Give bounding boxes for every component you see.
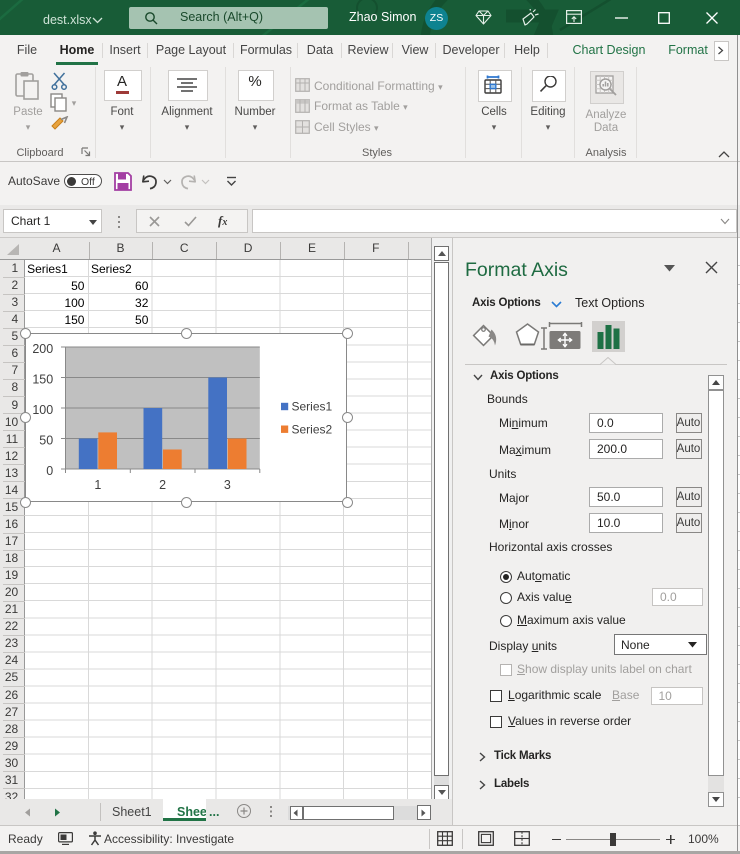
svg-text:Series2: Series2	[292, 422, 333, 436]
svg-text:Series1: Series1	[292, 399, 333, 413]
svg-text:200: 200	[32, 342, 53, 356]
svg-text:1: 1	[94, 478, 101, 492]
svg-text:2: 2	[159, 478, 166, 492]
svg-text:0: 0	[46, 464, 53, 478]
svg-text:150: 150	[32, 373, 53, 387]
svg-text:100: 100	[32, 403, 53, 417]
svg-text:3: 3	[224, 478, 231, 492]
svg-text:50: 50	[39, 434, 53, 448]
